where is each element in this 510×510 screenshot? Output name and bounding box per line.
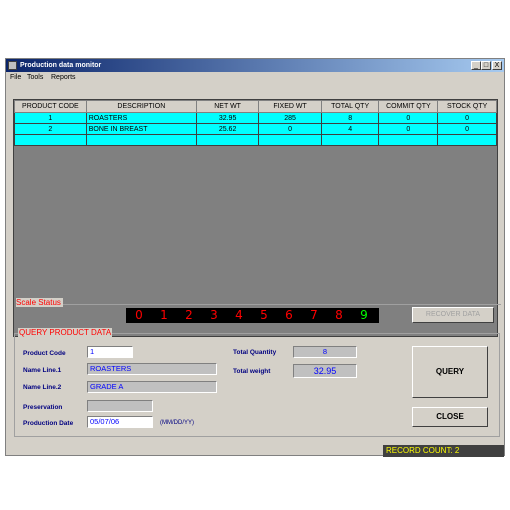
product-code-field[interactable]: 1	[87, 346, 133, 358]
scale-digit-6: 6	[285, 308, 293, 322]
cell-stock-qty[interactable]: 0	[437, 112, 497, 124]
table-row-new[interactable]	[14, 134, 497, 146]
cell-fixed-wt[interactable]	[258, 134, 322, 146]
cell-stock-qty[interactable]	[437, 134, 497, 146]
product-table: PRODUCT CODE DESCRIPTION NET WT FIXED WT…	[14, 100, 497, 146]
recover-data-button[interactable]: RECOVER DATA	[412, 307, 494, 323]
query-button[interactable]: QUERY	[412, 346, 488, 398]
scale-divider	[16, 304, 501, 305]
name-line1-label: Name Line.1	[23, 367, 62, 374]
cell-net-wt[interactable]	[195, 134, 260, 146]
col-total-qty[interactable]: TOTAL QTY	[320, 100, 380, 113]
cell-product-code[interactable]: 1	[14, 112, 87, 124]
cell-stock-qty[interactable]: 0	[437, 123, 497, 135]
cell-net-wt[interactable]: 32.95	[195, 112, 260, 124]
menu-reports[interactable]: Reports	[51, 72, 76, 83]
menu-bar: File Tools Reports	[6, 72, 504, 83]
name-line1-field[interactable]: ROASTERS	[87, 363, 217, 375]
col-fixed-wt[interactable]: FIXED WT	[258, 100, 322, 113]
main-window: Production data monitor _ □ X File Tools…	[5, 58, 505, 457]
cell-commit-qty[interactable]: 0	[378, 123, 439, 135]
scale-status-label: Scale Status	[16, 298, 63, 307]
scale-digit-1: 1	[160, 308, 168, 322]
cell-description[interactable]: ROASTERS	[85, 112, 197, 124]
col-net-wt[interactable]: NET WT	[195, 100, 260, 113]
cell-description[interactable]: BONE IN BREAST	[85, 123, 197, 135]
scale-digit-7: 7	[310, 308, 318, 322]
scale-digit-0: 0	[135, 308, 143, 322]
scale-digit-2: 2	[185, 308, 193, 322]
record-count-status: RECORD COUNT: 2	[383, 445, 504, 457]
close-button[interactable]: CLOSE	[412, 407, 488, 427]
query-group-title: QUERY PRODUCT DATA	[18, 328, 113, 337]
cell-commit-qty[interactable]	[378, 134, 439, 146]
name-line2-label: Name Line.2	[23, 384, 62, 391]
cell-description[interactable]	[85, 134, 197, 146]
maximize-button[interactable]: □	[481, 61, 491, 70]
total-weight-field: 32.95	[293, 364, 357, 378]
col-description[interactable]: DESCRIPTION	[85, 100, 197, 113]
cell-fixed-wt[interactable]: 285	[258, 112, 322, 124]
minimize-button[interactable]: _	[471, 61, 481, 70]
name-line2-field[interactable]: GRADE A	[87, 381, 217, 393]
scale-digit-8: 8	[335, 308, 343, 322]
cell-total-qty[interactable]: 8	[320, 112, 380, 124]
table-row[interactable]: 2 BONE IN BREAST 25.62 0 4 0 0	[14, 123, 497, 135]
date-format-hint: (MM/DD/YY)	[160, 420, 194, 426]
total-quantity-label: Total Quantity	[233, 349, 277, 356]
preservation-field[interactable]	[87, 400, 153, 412]
cell-product-code[interactable]: 2	[14, 123, 87, 135]
grid-header-row: PRODUCT CODE DESCRIPTION NET WT FIXED WT…	[14, 100, 497, 113]
cell-fixed-wt[interactable]: 0	[258, 123, 322, 135]
total-weight-label: Total weight	[233, 368, 271, 375]
total-quantity-field: 8	[293, 346, 357, 358]
col-product-code[interactable]: PRODUCT CODE	[14, 100, 87, 113]
col-stock-qty[interactable]: STOCK QTY	[437, 100, 497, 113]
cell-net-wt[interactable]: 25.62	[195, 123, 260, 135]
scale-digit-4: 4	[235, 308, 243, 322]
product-code-label: Product Code	[23, 350, 66, 357]
close-window-button[interactable]: X	[492, 61, 502, 70]
preservation-label: Preservation	[23, 404, 63, 411]
scale-digit-display: 0 1 2 3 4 5 6 7 8 9	[126, 308, 379, 323]
scale-digit-5: 5	[260, 308, 268, 322]
scale-digit-3: 3	[210, 308, 218, 322]
window-title: Production data monitor	[20, 62, 102, 69]
scale-digit-9: 9	[360, 308, 368, 322]
cell-total-qty[interactable]	[320, 134, 380, 146]
col-commit-qty[interactable]: COMMIT QTY	[378, 100, 439, 113]
cell-total-qty[interactable]: 4	[320, 123, 380, 135]
menu-tools[interactable]: Tools	[27, 72, 43, 83]
menu-file[interactable]: File	[10, 72, 21, 83]
production-date-label: Production Date	[23, 420, 74, 427]
app-icon	[8, 61, 17, 70]
cell-product-code[interactable]	[14, 134, 87, 146]
title-bar: Production data monitor _ □ X	[6, 59, 504, 72]
cell-commit-qty[interactable]: 0	[378, 112, 439, 124]
product-grid[interactable]: PRODUCT CODE DESCRIPTION NET WT FIXED WT…	[13, 99, 498, 337]
production-date-field[interactable]: 05/07/06	[87, 416, 153, 428]
table-row[interactable]: 1 ROASTERS 32.95 285 8 0 0	[14, 112, 497, 124]
